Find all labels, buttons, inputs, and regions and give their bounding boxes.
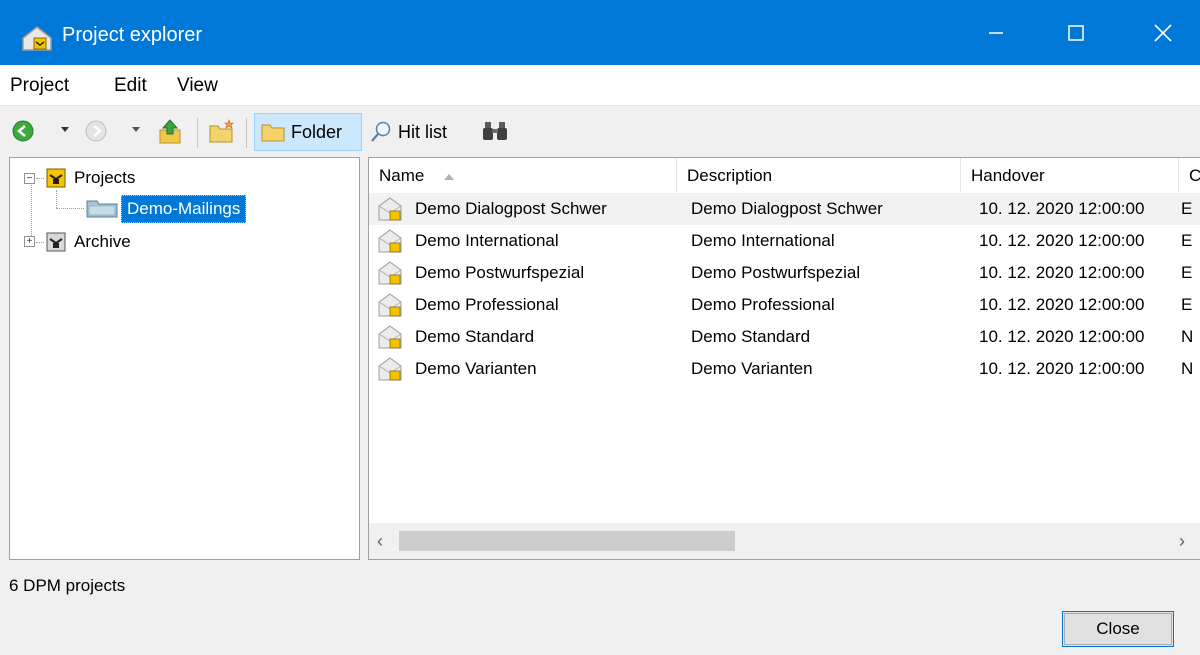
cell-c: E <box>1181 199 1193 218</box>
folder-view-button[interactable]: Folder <box>254 113 362 151</box>
folder-icon <box>261 124 285 142</box>
cell-c: N <box>1181 327 1194 346</box>
maximize-icon <box>1068 24 1084 41</box>
forward-button[interactable] <box>85 120 107 142</box>
forward-dropdown[interactable] <box>131 126 141 134</box>
forward-arrow-icon <box>85 120 107 142</box>
find-button[interactable] <box>482 120 508 142</box>
cell-c: E <box>1181 231 1193 250</box>
column-name-label: Name <box>379 166 425 185</box>
column-header-name[interactable]: Name <box>369 158 677 192</box>
chevron-down-icon <box>132 127 140 132</box>
magnifier-icon <box>371 121 391 142</box>
mailing-document-icon <box>378 229 402 253</box>
horizontal-scrollbar[interactable]: ‹ › <box>369 523 1200 559</box>
cell-description: Demo Varianten <box>691 359 813 378</box>
back-dropdown[interactable] <box>60 126 70 134</box>
hit-list-label: Hit list <box>398 121 447 142</box>
menu-view[interactable]: View <box>177 75 218 97</box>
mailing-document-icon <box>378 197 402 221</box>
folder-tree[interactable]: − Projects Demo-Mailings + Archive <box>9 157 360 560</box>
window-title: Project explorer <box>62 24 203 46</box>
cell-handover: 10. 12. 2020 12:00:00 <box>979 295 1145 314</box>
up-button[interactable] <box>158 118 182 144</box>
toolbar: Folder Hit list <box>0 105 1200 157</box>
column-header-c[interactable]: C <box>1179 158 1200 192</box>
menu-project[interactable]: Project <box>10 75 69 97</box>
table-row[interactable]: Demo Professional Demo Professional 10. 12… <box>369 289 1200 321</box>
mailing-document-icon <box>378 357 402 381</box>
menu-bar: Project Edit View <box>0 65 1200 105</box>
column-c-label: C <box>1189 166 1200 185</box>
archive-root-icon <box>46 232 66 252</box>
cell-name: Demo Dialogpost Schwer <box>415 199 607 218</box>
folder-view-label: Folder <box>291 121 343 142</box>
status-text: 6 DPM projects <box>9 576 126 595</box>
column-header-handover[interactable]: Handover <box>961 158 1179 192</box>
cell-name: Demo Postwurfspezial <box>415 263 585 282</box>
expand-toggle-archive[interactable]: + <box>24 236 35 247</box>
table-row[interactable]: Demo Dialogpost Schwer Demo Dialogpost Sc… <box>369 193 1200 225</box>
cell-description: Demo International <box>691 231 835 250</box>
cell-handover: 10. 12. 2020 12:00:00 <box>979 199 1145 218</box>
cell-handover: 10. 12. 2020 12:00:00 <box>979 359 1145 378</box>
back-button[interactable] <box>12 120 34 142</box>
minimize-button[interactable] <box>966 0 1026 65</box>
mailing-document-icon <box>378 293 402 317</box>
table-row[interactable]: Demo International Demo International 10. … <box>369 225 1200 257</box>
project-list[interactable]: Name Description Handover C Demo Dialogp… <box>368 157 1200 560</box>
maximize-button[interactable] <box>1046 0 1106 65</box>
up-folder-icon <box>159 119 181 144</box>
close-icon <box>1154 23 1172 42</box>
tree-node-projects[interactable]: Projects <box>74 168 135 188</box>
close-button[interactable]: Close <box>1062 611 1174 647</box>
minimize-icon <box>989 31 1003 34</box>
title-bar: Project explorer <box>0 0 1200 65</box>
cell-description: Demo Postwurfspezial <box>691 263 861 282</box>
sort-ascending-icon <box>444 174 455 180</box>
cell-description: Demo Dialogpost Schwer <box>691 199 883 218</box>
table-row[interactable]: Demo Postwurfspezial Demo Postwurfspezial… <box>369 257 1200 289</box>
mailing-folder-icon <box>86 200 118 218</box>
mailing-document-icon <box>378 261 402 285</box>
new-folder-icon <box>209 119 234 143</box>
table-row[interactable]: Demo Standard Demo Standard 10. 12. 2020 1… <box>369 321 1200 353</box>
collapse-toggle-projects[interactable]: − <box>24 173 35 184</box>
back-arrow-icon <box>12 120 34 142</box>
cell-c: E <box>1181 263 1193 282</box>
tree-node-archive[interactable]: Archive <box>74 232 131 252</box>
column-handover-label: Handover <box>971 166 1045 185</box>
cell-name: Demo Standard <box>415 327 535 346</box>
cell-description: Demo Professional <box>691 295 835 314</box>
cell-name: Demo Varianten <box>415 359 537 378</box>
scroll-right-arrow[interactable]: › <box>1179 531 1185 552</box>
new-folder-button[interactable] <box>208 118 236 144</box>
cell-description: Demo Standard <box>691 327 811 346</box>
close-window-button[interactable] <box>1126 0 1200 65</box>
cell-name: Demo International <box>415 231 559 250</box>
column-description-label: Description <box>687 166 773 185</box>
mailing-document-icon <box>378 325 402 349</box>
app-icon <box>22 26 52 51</box>
cell-name: Demo Professional <box>415 295 559 314</box>
cell-handover: 10. 12. 2020 12:00:00 <box>979 327 1145 346</box>
cell-handover: 10. 12. 2020 12:00:00 <box>979 263 1145 282</box>
binoculars-icon <box>483 122 507 140</box>
tree-node-demo-mailings[interactable]: Demo-Mailings <box>121 195 247 223</box>
chevron-down-icon <box>61 127 69 132</box>
table-row[interactable]: Demo Varianten Demo Varianten 10. 12. 2020… <box>369 353 1200 385</box>
hit-list-button[interactable]: Hit list <box>370 121 447 143</box>
cell-handover: 10. 12. 2020 12:00:00 <box>979 231 1145 250</box>
projects-root-icon <box>46 168 66 188</box>
scroll-left-arrow[interactable]: ‹ <box>377 531 383 552</box>
menu-edit[interactable]: Edit <box>114 75 147 97</box>
cell-c: E <box>1181 295 1193 314</box>
cell-c: N <box>1181 359 1194 378</box>
scrollbar-thumb[interactable] <box>399 531 735 551</box>
column-header-description[interactable]: Description <box>677 158 961 192</box>
